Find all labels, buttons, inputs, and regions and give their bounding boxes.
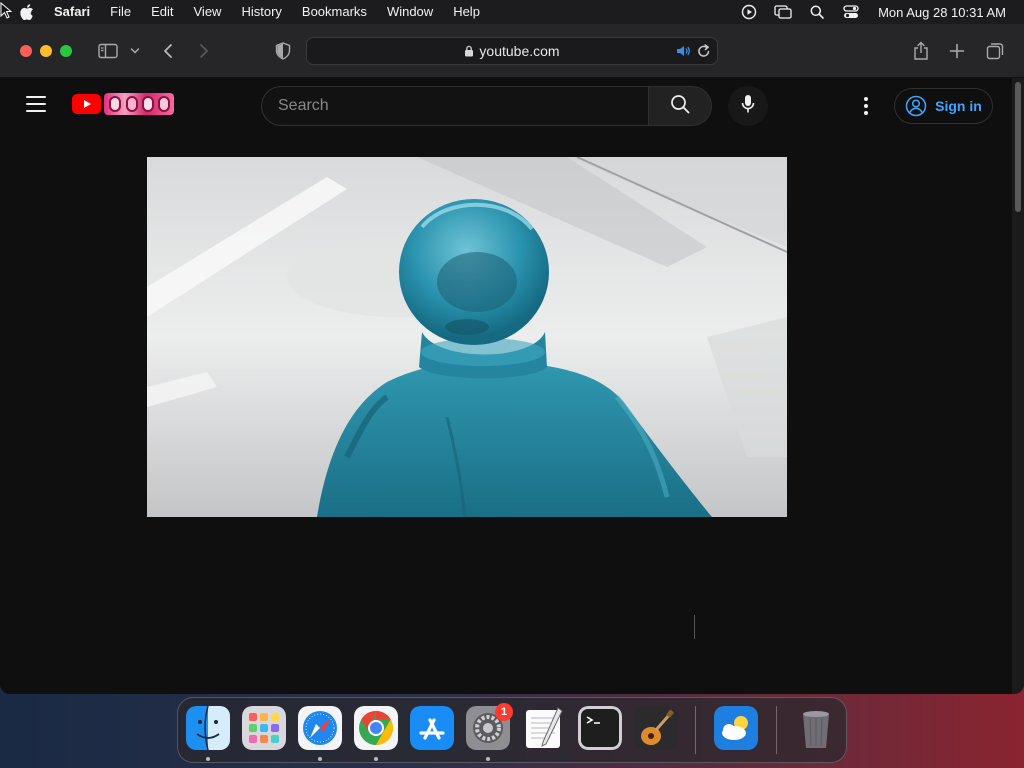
back-arrow-icon[interactable]	[160, 37, 176, 65]
status-area: Mon Aug 28 10:31 AM	[732, 0, 1024, 24]
youtube-header: Sign in	[0, 78, 1012, 132]
settings-notification-badge: 1	[495, 703, 513, 721]
lock-icon	[464, 45, 474, 57]
finder-running-indicator	[206, 757, 210, 761]
youtube-play-icon	[72, 94, 101, 114]
zoom-window-button[interactable]	[60, 44, 72, 57]
sign-in-label: Sign in	[935, 98, 982, 114]
reload-icon[interactable]	[697, 43, 711, 62]
menu-bar: Safari File Edit View History Bookmarks …	[0, 0, 1024, 24]
screen-mirroring-icon[interactable]	[774, 3, 792, 21]
sign-in-button[interactable]: Sign in	[894, 88, 993, 124]
video-player[interactable]	[147, 157, 787, 517]
privacy-shield-icon[interactable]	[274, 37, 292, 65]
tab-overview-icon[interactable]	[985, 37, 1005, 65]
search-icon	[670, 94, 690, 119]
mouse-pointer-icon	[0, 2, 12, 19]
more-options-icon[interactable]	[856, 94, 876, 118]
dock-launchpad-icon[interactable]	[242, 706, 286, 750]
dock-terminal-icon[interactable]	[578, 706, 622, 750]
chevron-down-icon[interactable]	[129, 37, 141, 65]
video-frame-image	[147, 157, 787, 517]
control-center-icon[interactable]	[842, 3, 860, 21]
safari-window: youtube.com Search Sign in	[0, 24, 1024, 694]
search-bar	[261, 86, 712, 126]
address-url: youtube.com	[479, 43, 560, 59]
dock-textedit-icon[interactable]	[522, 706, 566, 750]
hamburger-menu-icon[interactable]	[26, 96, 46, 112]
dock-separator	[695, 706, 696, 754]
menu-edit[interactable]: Edit	[141, 0, 183, 24]
spotlight-search-icon[interactable]	[808, 3, 826, 21]
window-controls	[20, 44, 80, 57]
chrome-running-indicator	[374, 757, 378, 761]
dock-app-store-icon[interactable]	[410, 706, 454, 750]
dock-trash-icon[interactable]	[794, 706, 838, 750]
dock-chrome-icon[interactable]	[354, 706, 398, 750]
menu-view[interactable]: View	[184, 0, 232, 24]
settings-running-indicator	[486, 757, 490, 761]
menu-bookmarks[interactable]: Bookmarks	[292, 0, 377, 24]
youtube-doodle-icon	[104, 93, 174, 115]
dock-safari-icon[interactable]	[298, 706, 342, 750]
address-bar[interactable]: youtube.com	[306, 37, 718, 65]
close-window-button[interactable]	[20, 44, 32, 57]
microphone-icon	[741, 94, 755, 119]
share-icon[interactable]	[912, 37, 930, 65]
dock-separator	[776, 706, 777, 754]
youtube-page: Sign in	[0, 78, 1012, 694]
play-circle-icon[interactable]	[740, 3, 758, 21]
menu-window[interactable]: Window	[377, 0, 443, 24]
dock-garageband-icon[interactable]	[634, 706, 678, 750]
menubar-clock[interactable]: Mon Aug 28 10:31 AM	[878, 5, 1006, 20]
text-cursor	[694, 615, 695, 639]
safari-toolbar: youtube.com	[0, 24, 1024, 78]
new-tab-plus-icon[interactable]	[948, 37, 966, 65]
dock-finder-icon[interactable]	[186, 706, 230, 750]
menu-help[interactable]: Help	[443, 0, 490, 24]
search-button[interactable]	[648, 86, 712, 126]
sidebar-toggle-icon[interactable]	[97, 37, 119, 65]
voice-search-button[interactable]	[728, 86, 768, 126]
speaker-audio-icon[interactable]	[675, 44, 691, 61]
minimize-window-button[interactable]	[40, 44, 52, 57]
menu-file[interactable]: File	[100, 0, 141, 24]
menu-app-safari[interactable]: Safari	[44, 0, 100, 24]
user-circle-icon	[905, 95, 927, 117]
apple-menu-icon[interactable]	[16, 4, 38, 20]
dock-weather-icon[interactable]	[714, 706, 758, 750]
youtube-logo[interactable]	[72, 93, 174, 115]
forward-arrow-icon[interactable]	[196, 37, 212, 65]
page-scrollbar[interactable]	[1012, 78, 1024, 694]
menu-history[interactable]: History	[231, 0, 291, 24]
search-input[interactable]	[261, 86, 648, 126]
scrollbar-thumb[interactable]	[1015, 82, 1021, 212]
safari-running-indicator	[318, 757, 322, 761]
